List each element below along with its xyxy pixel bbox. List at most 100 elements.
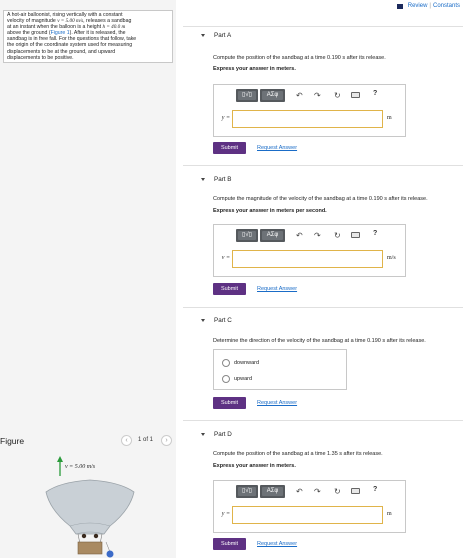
left-panel: A hot-air balloonist, rising vertically … bbox=[0, 0, 176, 558]
undo-icon[interactable]: ↶ bbox=[296, 230, 303, 241]
divider bbox=[183, 26, 463, 27]
balloon-figure: v = 5.00 m/s bbox=[45, 456, 135, 558]
help-icon[interactable]: ? bbox=[373, 90, 377, 97]
part-d-label: Part D bbox=[214, 431, 232, 438]
choice-label: upward bbox=[234, 376, 253, 382]
templates-button[interactable]: ▯√▯ bbox=[238, 231, 256, 240]
person-head bbox=[81, 533, 87, 539]
keyboard-icon[interactable] bbox=[351, 488, 360, 494]
templates-group: ▯√▯ bbox=[236, 229, 258, 242]
problem-text: ). After it is released, the bbox=[69, 30, 126, 37]
sandbag bbox=[106, 550, 114, 558]
part-a-label: Part A bbox=[214, 32, 232, 39]
part-c-choices: downward upward bbox=[213, 349, 347, 390]
basket bbox=[77, 541, 103, 555]
redo-icon[interactable]: ↷ bbox=[314, 230, 321, 241]
balloon-envelope bbox=[45, 479, 135, 535]
math-toolbar: ▯√▯ ΑΣφ ↶ ↷ ↻ ? bbox=[236, 485, 390, 499]
redo-icon[interactable]: ↷ bbox=[314, 90, 321, 101]
part-a-request-answer[interactable]: Request Answer bbox=[257, 145, 297, 151]
part-d-question: Compute the position of the sandbag at a… bbox=[213, 451, 383, 457]
help-icon[interactable]: ? bbox=[373, 230, 377, 237]
reset-icon[interactable]: ↻ bbox=[334, 230, 341, 241]
part-a-submit-button[interactable]: Submit bbox=[213, 142, 246, 154]
symbols-button[interactable]: ΑΣφ bbox=[262, 487, 283, 496]
templates-button[interactable]: ▯√▯ bbox=[238, 91, 256, 100]
problem-statement: A hot-air balloonist, rising vertically … bbox=[3, 10, 173, 63]
choice-label: downward bbox=[234, 360, 260, 366]
part-c-question: Determine the direction of the velocity … bbox=[213, 338, 426, 344]
review-icon bbox=[396, 3, 403, 9]
chevron-down-icon bbox=[201, 433, 205, 436]
radio-button[interactable] bbox=[222, 359, 230, 367]
chevron-down-icon bbox=[201, 319, 205, 322]
part-d-answer-box: ▯√▯ ΑΣφ ↶ ↷ ↻ ? y = m bbox=[213, 480, 406, 533]
radio-button[interactable] bbox=[222, 375, 230, 383]
help-icon[interactable]: ? bbox=[373, 486, 377, 493]
figure-title: Figure bbox=[0, 436, 25, 446]
symbols-group: ΑΣφ bbox=[260, 229, 285, 242]
part-a-answer-input[interactable] bbox=[232, 110, 383, 128]
symbols-group: ΑΣφ bbox=[260, 485, 285, 498]
problem-text: above the ground ( bbox=[7, 30, 51, 37]
reset-icon[interactable]: ↻ bbox=[334, 90, 341, 101]
unit-label: m bbox=[387, 115, 392, 121]
part-a-answer-box: ▯√▯ ΑΣφ ↶ ↷ ↻ ? y = m bbox=[213, 84, 406, 137]
variable-label: v = bbox=[221, 255, 230, 261]
templates-group: ▯√▯ bbox=[236, 485, 258, 498]
symbols-button[interactable]: ΑΣφ bbox=[262, 91, 283, 100]
keyboard-icon[interactable] bbox=[351, 92, 360, 98]
chevron-down-icon bbox=[201, 34, 205, 37]
math-toolbar: ▯√▯ ΑΣφ ↶ ↷ ↻ ? bbox=[236, 89, 390, 103]
variable-label: y = bbox=[221, 511, 230, 517]
symbols-button[interactable]: ΑΣφ bbox=[262, 231, 283, 240]
part-a-instruction: Express your answer in meters. bbox=[213, 66, 296, 72]
figure-count: 1 of 1 bbox=[138, 437, 154, 443]
sandbag-rope bbox=[105, 541, 111, 553]
constants-link[interactable]: Constants bbox=[433, 3, 460, 9]
part-b-answer-box: ▯√▯ ΑΣφ ↶ ↷ ↻ ? v = m/s bbox=[213, 224, 406, 277]
part-c-request-answer[interactable]: Request Answer bbox=[257, 400, 297, 406]
divider bbox=[183, 420, 463, 421]
figure-next-button[interactable]: › bbox=[161, 435, 172, 446]
figure-link[interactable]: Figure 1 bbox=[51, 30, 70, 36]
figure-bar: Figure ‹ 1 of 1 › bbox=[0, 432, 176, 450]
problem-line: displacements to be positive. bbox=[7, 54, 74, 61]
keyboard-icon[interactable] bbox=[351, 232, 360, 238]
undo-icon[interactable]: ↶ bbox=[296, 486, 303, 497]
chevron-down-icon bbox=[201, 178, 205, 181]
undo-icon[interactable]: ↶ bbox=[296, 90, 303, 101]
part-b-answer-input[interactable] bbox=[232, 250, 383, 268]
part-b-label: Part B bbox=[214, 176, 232, 183]
part-b-request-answer[interactable]: Request Answer bbox=[257, 286, 297, 292]
reset-icon[interactable]: ↻ bbox=[334, 486, 341, 497]
templates-group: ▯√▯ bbox=[236, 89, 258, 102]
redo-icon[interactable]: ↷ bbox=[314, 486, 321, 497]
height-value: h = 40.0 m bbox=[102, 24, 126, 31]
part-d-submit-button[interactable]: Submit bbox=[213, 538, 246, 550]
review-link[interactable]: Review bbox=[408, 3, 428, 9]
link-separator: | bbox=[429, 3, 431, 9]
problem-text: at an instant when the balloon is a heig… bbox=[7, 24, 103, 31]
math-toolbar: ▯√▯ ΑΣφ ↶ ↷ ↻ ? bbox=[236, 229, 390, 243]
top-links: Review | Constants bbox=[396, 3, 460, 9]
velocity-label: v = 5.00 m/s bbox=[65, 464, 96, 470]
part-b-submit-button[interactable]: Submit bbox=[213, 283, 246, 295]
part-a-question: Compute the position of the sandbag at a… bbox=[213, 55, 386, 61]
unit-label: m/s bbox=[387, 255, 396, 261]
part-d-request-answer[interactable]: Request Answer bbox=[257, 541, 297, 547]
templates-button[interactable]: ▯√▯ bbox=[238, 487, 256, 496]
figure-prev-button[interactable]: ‹ bbox=[121, 435, 132, 446]
variable-label: y = bbox=[221, 115, 230, 121]
part-d-answer-input[interactable] bbox=[232, 506, 383, 524]
part-b-instruction: Express your answer in meters per second… bbox=[213, 208, 327, 214]
divider bbox=[183, 165, 463, 166]
part-b-question: Compute the magnitude of the velocity of… bbox=[213, 196, 428, 202]
divider bbox=[183, 307, 463, 308]
part-c-submit-button[interactable]: Submit bbox=[213, 397, 246, 409]
part-d-instruction: Express your answer in meters. bbox=[213, 463, 296, 469]
velocity-arrowhead bbox=[57, 456, 63, 462]
person-head bbox=[93, 533, 99, 539]
part-c-label: Part C bbox=[214, 317, 232, 324]
unit-label: m bbox=[387, 511, 392, 517]
